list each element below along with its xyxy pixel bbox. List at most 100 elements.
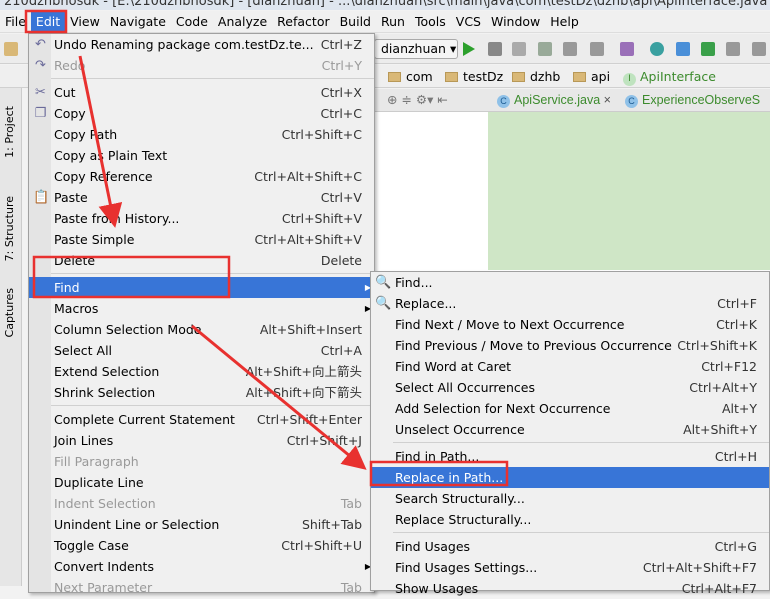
tab-experienceobserve[interactable]: C ExperienceObserveS xyxy=(625,92,760,109)
menu-item-label: Show Usages xyxy=(395,581,479,596)
menu-refactor[interactable]: Refactor xyxy=(272,11,334,32)
menu-item-find-usages-settings[interactable]: Find Usages Settings... Ctrl+Alt+Shift+F7 xyxy=(371,557,769,578)
run-config-select[interactable]: dianzhuan ▾ xyxy=(374,39,458,59)
folder-icon xyxy=(388,72,401,82)
menu-item-show-usages[interactable]: Show Usages Ctrl+Alt+F7 xyxy=(371,578,769,599)
menu-item-column-selection-mode[interactable]: Column Selection Mode Alt+Shift+Insert xyxy=(29,319,374,340)
menu-item-shortcut: Ctrl+V xyxy=(320,190,362,205)
menu-item-indent-selection[interactable]: Indent Selection Tab xyxy=(29,493,374,514)
menu-item-cut[interactable]: ✂ Cut Ctrl+X xyxy=(29,82,374,103)
menu-item-shrink-selection[interactable]: Shrink Selection Alt+Shift+向下箭头 xyxy=(29,382,374,403)
menu-item-find[interactable]: 🔍 Find... xyxy=(371,272,769,293)
menu-window[interactable]: Window xyxy=(486,11,545,32)
open-folder-icon[interactable] xyxy=(4,42,18,56)
menu-item-find-in-path[interactable]: Find in Path... Ctrl+H xyxy=(371,446,769,467)
menu-item-find-previous-move-to-previous-occurrence[interactable]: Find Previous / Move to Previous Occurre… xyxy=(371,335,769,356)
menu-help[interactable]: Help xyxy=(545,11,584,32)
menu-item-duplicate-line[interactable]: Duplicate Line xyxy=(29,472,374,493)
menu-item-shortcut: Ctrl+Alt+F7 xyxy=(681,581,757,596)
menu-item-shortcut: Alt+Shift+Y xyxy=(683,422,757,437)
menu-item-shortcut: Ctrl+K xyxy=(716,317,757,332)
menu-item-macros[interactable]: Macros ▶ xyxy=(29,298,374,319)
breadcrumb-dzhb[interactable]: dzhb xyxy=(512,68,560,85)
menu-item-select-all[interactable]: Select All Ctrl+A xyxy=(29,340,374,361)
menu-item-label: Find Previous / Move to Previous Occurre… xyxy=(395,338,672,353)
close-tab-icon[interactable]: × xyxy=(604,93,611,107)
menu-tools[interactable]: Tools xyxy=(410,11,451,32)
avd-manager-icon[interactable] xyxy=(620,42,634,56)
menu-item-shortcut: Ctrl+Shift+J xyxy=(286,433,362,448)
menu-item-next-parameter[interactable]: Next Parameter Tab xyxy=(29,577,374,598)
menu-item-redo[interactable]: ↷ Redo Ctrl+Y xyxy=(29,55,374,76)
menu-item-copy-path[interactable]: Copy Path Ctrl+Shift+C xyxy=(29,124,374,145)
vcs-update-icon[interactable] xyxy=(676,42,690,56)
project-toolbar-icons[interactable]: ⊕ ≑ ⚙▾ ⇤ xyxy=(387,92,448,107)
menu-navigate[interactable]: Navigate xyxy=(105,11,171,32)
breadcrumb-apiinterface[interactable]: I ApiInterface xyxy=(623,68,716,86)
run-icon[interactable] xyxy=(463,42,475,56)
menu-item-unindent-line-or-selection[interactable]: Unindent Line or Selection Shift+Tab xyxy=(29,514,374,535)
menu-item-complete-current-statement[interactable]: Complete Current Statement Ctrl+Shift+Ent… xyxy=(29,409,374,430)
menu-item-copy[interactable]: ❐ Copy Ctrl+C xyxy=(29,103,374,124)
menu-item-search-structurally[interactable]: Search Structurally... xyxy=(371,488,769,509)
menu-run[interactable]: Run xyxy=(376,11,410,32)
paste-icon: 📋 xyxy=(33,190,50,205)
attach-debugger-icon[interactable] xyxy=(538,42,552,56)
menu-item-extend-selection[interactable]: Extend Selection Alt+Shift+向上箭头 xyxy=(29,361,374,382)
menu-item-paste-from-history[interactable]: Paste from History... Ctrl+Shift+V xyxy=(29,208,374,229)
menu-item-find-next-move-to-next-occurrence[interactable]: Find Next / Move to Next Occurrence Ctrl+… xyxy=(371,314,769,335)
editor-tabs: ⊕ ≑ ⚙▾ ⇤ C ApiService.java × C ExperienceO… xyxy=(375,89,770,112)
menu-vcs[interactable]: VCS xyxy=(451,11,486,32)
menu-item-convert-indents[interactable]: Convert Indents ▶ xyxy=(29,556,374,577)
window-title: 210dzhbhosdk - [E:\210dzhbhosdk] - [dian… xyxy=(0,0,770,10)
stop-icon[interactable] xyxy=(590,42,604,56)
menu-item-replace-structurally[interactable]: Replace Structurally... xyxy=(371,509,769,530)
menu-item-find-usages[interactable]: Find Usages Ctrl+G xyxy=(371,536,769,557)
profile-icon[interactable] xyxy=(512,42,526,56)
tab-apiservice[interactable]: C ApiService.java × xyxy=(497,92,611,109)
menu-build[interactable]: Build xyxy=(335,11,376,32)
menu-item-copy-reference[interactable]: Copy Reference Ctrl+Alt+Shift+C xyxy=(29,166,374,187)
menu-code[interactable]: Code xyxy=(171,11,213,32)
menu-item-find[interactable]: Find ▶ xyxy=(29,277,374,298)
menu-item-shortcut: Tab xyxy=(340,496,362,511)
sdk-manager-icon[interactable] xyxy=(726,42,740,56)
menu-item-replace-in-path[interactable]: Replace in Path... xyxy=(371,467,769,488)
menu-item-unselect-occurrence[interactable]: Unselect Occurrence Alt+Shift+Y xyxy=(371,419,769,440)
menu-item-label: Replace Structurally... xyxy=(395,512,532,527)
menu-item-label: Replace in Path... xyxy=(395,470,504,485)
project-tool-tab[interactable]: 1: Project xyxy=(3,106,16,158)
menu-item-label: Paste Simple xyxy=(54,232,135,247)
debug-icon[interactable] xyxy=(488,42,502,56)
breadcrumb-testdz[interactable]: testDz xyxy=(445,68,503,85)
menu-file[interactable]: File xyxy=(0,11,31,32)
sync-icon[interactable] xyxy=(650,42,664,56)
menu-analyze[interactable]: Analyze xyxy=(213,11,272,32)
menu-item-select-all-occurrences[interactable]: Select All Occurrences Ctrl+Alt+Y xyxy=(371,377,769,398)
structure-tool-tab[interactable]: 7: Structure xyxy=(3,196,16,261)
menu-view[interactable]: View xyxy=(65,11,105,32)
vcs-commit-icon[interactable] xyxy=(701,42,715,56)
menu-item-undo-renaming-package-com-testdz-te[interactable]: ↶ Undo Renaming package com.testDz.te... C… xyxy=(29,34,374,55)
captures-tool-tab[interactable]: Captures xyxy=(3,288,16,337)
structure-icon[interactable] xyxy=(752,42,766,56)
menu-item-copy-as-plain-text[interactable]: Copy as Plain Text xyxy=(29,145,374,166)
menu-edit[interactable]: Edit xyxy=(30,11,66,32)
menu-item-paste[interactable]: 📋 Paste Ctrl+V xyxy=(29,187,374,208)
breadcrumb-com[interactable]: com xyxy=(388,68,433,85)
menu-item-join-lines[interactable]: Join Lines Ctrl+Shift+J xyxy=(29,430,374,451)
crumb-label: com xyxy=(406,69,433,84)
menu-item-shortcut: Ctrl+Shift+Enter xyxy=(256,412,362,427)
menu-item-replace[interactable]: 🔍 Replace... Ctrl+F xyxy=(371,293,769,314)
rerun-icon[interactable] xyxy=(563,42,577,56)
menu-item-label: Find Next / Move to Next Occurrence xyxy=(395,317,625,332)
menu-item-toggle-case[interactable]: Toggle Case Ctrl+Shift+U xyxy=(29,535,374,556)
menu-item-delete[interactable]: Delete Delete xyxy=(29,250,374,271)
menu-item-fill-paragraph[interactable]: Fill Paragraph xyxy=(29,451,374,472)
breadcrumb-api[interactable]: api xyxy=(573,68,610,85)
menu-item-add-selection-for-next-occurrence[interactable]: Add Selection for Next Occurrence Alt+Y xyxy=(371,398,769,419)
menu-item-find-word-at-caret[interactable]: Find Word at Caret Ctrl+F12 xyxy=(371,356,769,377)
redo-icon: ↷ xyxy=(35,58,46,73)
menu-item-paste-simple[interactable]: Paste Simple Ctrl+Alt+Shift+V xyxy=(29,229,374,250)
menu-item-label: Replace... xyxy=(395,296,457,311)
